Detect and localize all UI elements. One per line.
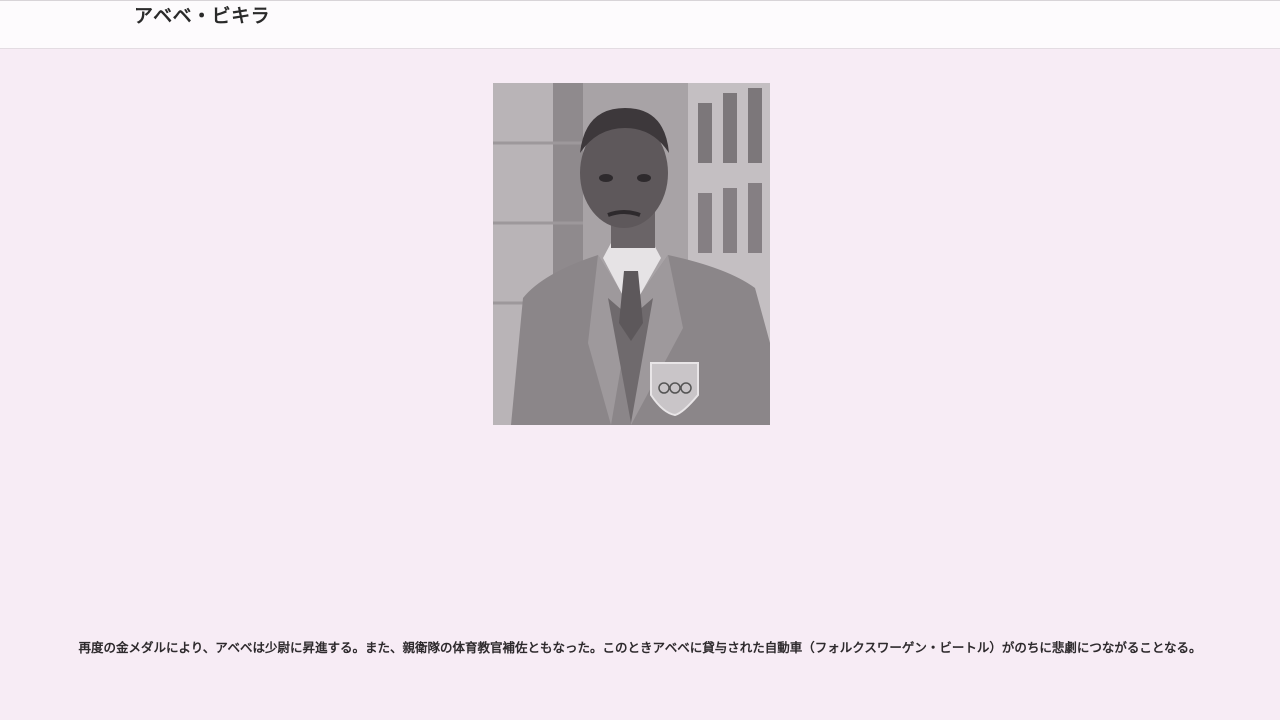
page-title: アベベ・ビキラ (134, 5, 271, 27)
caption-text: 再度の金メダルにより、アベベは少尉に昇進する。また、親衛隊の体育教官補佐ともなっ… (78, 640, 1202, 655)
portrait-photo (493, 83, 770, 425)
header-bar: アベベ・ビキラ (0, 0, 1280, 49)
